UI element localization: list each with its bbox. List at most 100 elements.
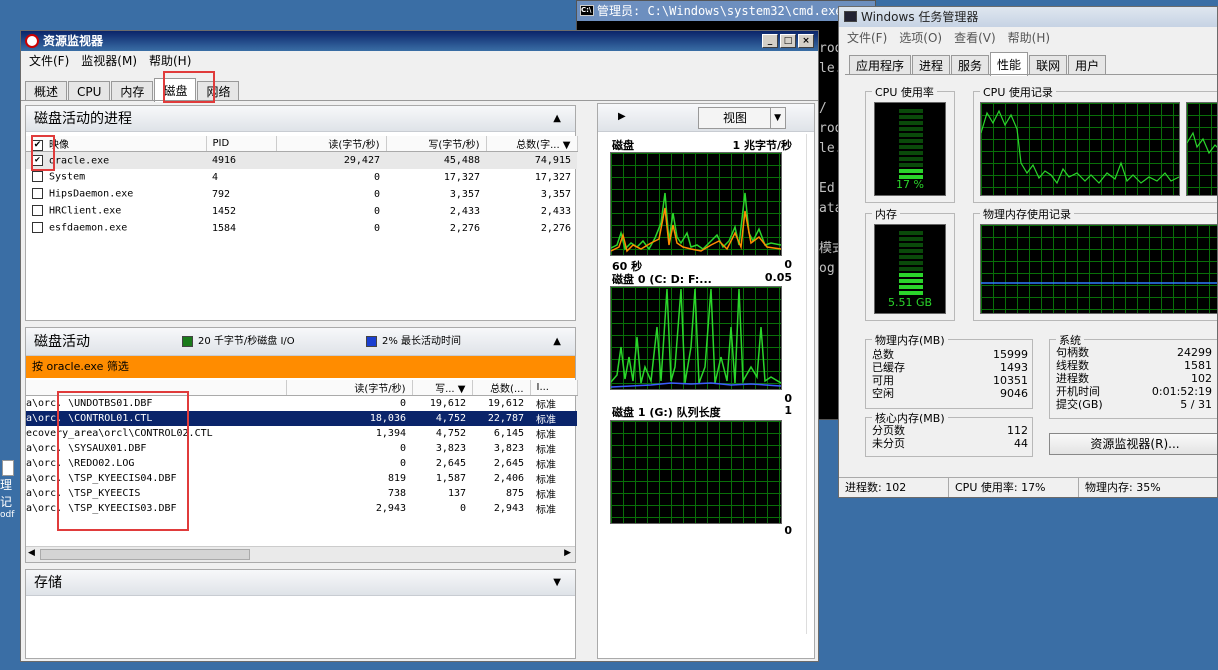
resmon-window[interactable]: 资源监视器 _ □ × 文件(F) 监视器(M) 帮助(H) 概述 CPU 内存 磁盘 网络…	[20, 30, 819, 662]
proc-panel-title: 磁盘活动的进程	[34, 111, 132, 127]
taskmgr-window[interactable]: Windows 任务管理器 文件(F) 选项(O) 查看(V) 帮助(H) 应用程序进…	[838, 6, 1218, 498]
table-row[interactable]: HipsDaemon.exe 792 0 3,357 3,357	[26, 186, 577, 203]
graph-scroll[interactable]	[806, 134, 812, 634]
col-io-priority[interactable]: I...	[530, 380, 578, 396]
collapse-up-icon[interactable]: ▲	[553, 328, 561, 356]
mem-history-plot	[981, 282, 1217, 284]
file-read: 0	[399, 443, 406, 454]
col-write[interactable]: 写... ▼	[412, 380, 473, 396]
tm-tab-1[interactable]: 进程	[912, 55, 951, 75]
process-checkbox[interactable]	[32, 188, 43, 200]
meter-segment	[899, 267, 923, 271]
maximize-button[interactable]: □	[780, 34, 796, 48]
desktop-file-icon[interactable]: 理记 odf	[0, 460, 22, 520]
resmon-button[interactable]: 资源监视器(R)...	[1049, 433, 1217, 455]
tm-tab-3[interactable]: 性能	[990, 52, 1029, 76]
col-write[interactable]: 写(字节/秒)	[386, 136, 487, 152]
scroll-left-icon[interactable]: ◀	[28, 548, 35, 558]
process-checkbox[interactable]	[32, 205, 43, 217]
scroll-right-icon[interactable]: ▶	[564, 548, 571, 558]
stat-value: 1493	[1000, 361, 1028, 374]
storage-panel-header[interactable]: 存储 ▼	[26, 570, 575, 596]
desktop-icon-label: 理记	[0, 478, 13, 509]
graph1-scale: 1 兆字节/秒	[732, 139, 792, 152]
table-row[interactable]: a\orc. \TSP_KYEECIS04.DBF 819 1,587 2,406 标准	[26, 471, 577, 486]
col-file[interactable]	[26, 380, 287, 396]
table-row[interactable]: a\orc. \CONTROL01.CTL 18,036 4,752 22,787 标准	[26, 411, 577, 426]
disk-graph-plot	[611, 192, 781, 253]
meter-segment	[899, 273, 923, 277]
tab-2[interactable]: 内存	[111, 81, 154, 101]
menu-item[interactable]: 文件(F)	[25, 52, 73, 70]
menu-item[interactable]: 查看(V)	[950, 29, 1000, 47]
minimize-button[interactable]: _	[762, 34, 778, 48]
expand-right-icon[interactable]: ▶	[618, 111, 626, 122]
tab-4[interactable]: 网络	[197, 81, 240, 101]
menu-item[interactable]: 帮助(H)	[1004, 29, 1054, 47]
scroll-thumb[interactable]	[40, 549, 250, 560]
close-button[interactable]: ×	[798, 34, 814, 48]
process-pid: 1584	[212, 222, 237, 234]
file-write: 1,587	[435, 473, 466, 484]
tab-0[interactable]: 概述	[25, 81, 68, 101]
process-write: 2,433	[449, 205, 480, 217]
expand-down-icon[interactable]: ▼	[553, 570, 561, 596]
disk-panel-header[interactable]: 磁盘活动 20 千字节/秒磁盘 I/O 2% 最长活动时间 ▲	[26, 328, 575, 356]
col-pid[interactable]: PID	[206, 136, 277, 152]
phys-mem-title: 物理内存(MB)	[872, 332, 948, 348]
table-row[interactable]: a\orc. \TSP_KYEECIS 738 137 875 标准	[26, 486, 577, 501]
process-checkbox[interactable]	[32, 222, 43, 234]
menu-item[interactable]: 选项(O)	[895, 29, 946, 47]
table-row[interactable]: esfdaemon.exe 1584 0 2,276 2,276	[26, 220, 577, 237]
resmon-titlebar[interactable]: 资源监视器 _ □ ×	[21, 31, 818, 51]
table-row[interactable]: a\orc. \TSP_KYEECIS03.DBF 2,943 0 2,943 标准	[26, 501, 577, 516]
phys-mem-frame: 物理内存(MB) 总数 15999 已缓存 1493 可用 10351 空闲 9046	[865, 332, 1033, 409]
taskmgr-title: Windows 任务管理器	[861, 10, 979, 24]
meter-segment	[899, 157, 923, 161]
taskmgr-statusbar: 进程数: 102 CPU 使用率: 17% 物理内存: 35%	[839, 477, 1217, 497]
col-image[interactable]: ✔ 映像	[26, 136, 207, 152]
horizontal-scrollbar[interactable]: ◀ ▶	[26, 546, 575, 562]
tm-tab-0[interactable]: 应用程序	[849, 55, 912, 75]
stat-label: 分页数	[872, 424, 905, 437]
tab-3[interactable]: 磁盘	[154, 78, 197, 102]
tm-tab-5[interactable]: 用户	[1068, 55, 1107, 75]
proc-panel-header[interactable]: 磁盘活动的进程 ▲	[26, 106, 575, 132]
view-dropdown[interactable]: 视图 ▼	[698, 107, 786, 129]
col-read[interactable]: 读(字节/秒)	[276, 136, 387, 152]
resmon-title: 资源监视器	[43, 34, 104, 48]
filter-bar[interactable]: 按 oracle.exe 筛选	[26, 356, 575, 378]
menu-item[interactable]: 文件(F)	[843, 29, 891, 47]
menu-item[interactable]: 监视器(M)	[77, 52, 141, 70]
col-total[interactable]: 总数(字... ▼	[486, 136, 578, 152]
file-read: 819	[387, 473, 406, 484]
table-row[interactable]: a\orc. \SYSAUX01.DBF 0 3,823 3,823 标准	[26, 441, 577, 456]
table-row[interactable]: System 4 0 17,327 17,327	[26, 169, 577, 186]
file-total: 2,645	[493, 458, 524, 469]
collapse-up-icon[interactable]: ▲	[553, 106, 561, 132]
col-read[interactable]: 读(字节/秒)	[286, 380, 413, 396]
process-checkbox[interactable]: ✔	[32, 154, 43, 166]
file-write: 4,752	[435, 428, 466, 439]
menu-item[interactable]: 帮助(H)	[145, 52, 195, 70]
tm-tab-4[interactable]: 联网	[1029, 55, 1068, 75]
stat-label: 进程数	[1056, 372, 1089, 385]
cmd-titlebar[interactable]: C:\ 管理员: C:\Windows\system32\cmd.exe	[577, 1, 875, 21]
taskmgr-app-icon	[844, 11, 857, 22]
process-read: 0	[373, 222, 380, 234]
graph3-title: 磁盘 1 (G:) 队列长度	[612, 406, 721, 419]
table-row[interactable]: ecovery_area\orcl\CONTROL02.CTL 1,394 4,75…	[26, 426, 577, 441]
table-row[interactable]: a\orc. \REDO02.LOG 0 2,645 2,645 标准	[26, 456, 577, 471]
meter-segment	[899, 291, 923, 295]
col-total[interactable]: 总数(...	[472, 380, 531, 396]
select-all-checkbox[interactable]: ✔	[32, 139, 43, 151]
process-checkbox[interactable]	[32, 171, 43, 183]
table-row[interactable]: ✔ oracle.exe 4916 29,427 45,488 74,915	[26, 151, 577, 169]
tm-tab-2[interactable]: 服务	[951, 55, 990, 75]
file-icon	[2, 460, 14, 476]
taskmgr-titlebar[interactable]: Windows 任务管理器	[839, 7, 1217, 27]
file-priority: 标准	[536, 505, 556, 516]
table-row[interactable]: HRClient.exe 1452 0 2,433 2,433	[26, 203, 577, 220]
table-row[interactable]: a\orc. \UNDOTBS01.DBF 0 19,612 19,612 标准	[26, 396, 577, 411]
tab-1[interactable]: CPU	[68, 81, 111, 101]
